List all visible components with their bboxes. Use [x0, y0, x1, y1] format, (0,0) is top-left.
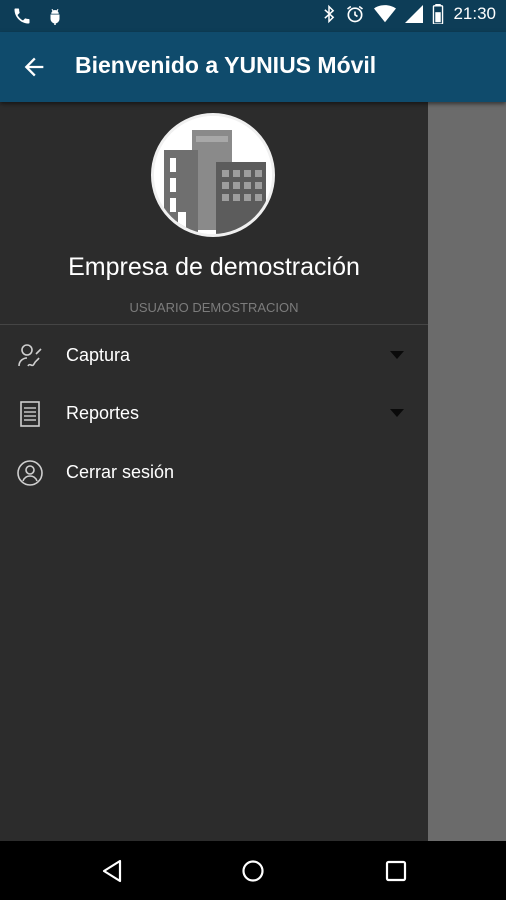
report-icon: [20, 401, 40, 427]
status-bar: 21:30: [0, 0, 506, 32]
menu-item-reportes[interactable]: Reportes: [0, 385, 428, 443]
menu-item-cerrar-sesion[interactable]: Cerrar sesión: [0, 444, 428, 502]
signature-icon: [18, 344, 42, 367]
chevron-down-icon[interactable]: [390, 409, 404, 417]
user-circle-icon: [17, 460, 43, 486]
wifi-icon: [374, 5, 397, 23]
chevron-down-icon[interactable]: [390, 351, 404, 359]
navigation-drawer: Empresa de demostración USUARIO DEMOSTRA…: [0, 102, 428, 841]
home-circle-icon[interactable]: [239, 857, 267, 885]
drawer-scrim[interactable]: [428, 102, 506, 841]
bluetooth-icon: [324, 4, 335, 24]
menu-item-label: Reportes: [66, 403, 140, 423]
company-name: Empresa de demostración: [68, 253, 360, 281]
user-name: USUARIO DEMOSTRACION: [129, 300, 299, 315]
android-debug-icon: [50, 8, 60, 25]
app-bar: Bienvenido a YUNIUS Móvil: [0, 32, 506, 102]
back-arrow-icon[interactable]: [20, 53, 48, 81]
phone-icon: [14, 8, 30, 24]
menu-item-captura[interactable]: Captura: [0, 327, 428, 385]
system-nav-bar: [0, 841, 506, 900]
status-time: 21:30: [453, 4, 496, 23]
menu-item-label: Cerrar sesión: [66, 462, 175, 482]
building-icon: [154, 116, 272, 234]
alarm-icon: [347, 5, 364, 23]
battery-icon: [433, 4, 444, 24]
back-triangle-icon[interactable]: [98, 857, 126, 885]
app-title: Bienvenido a YUNIUS Móvil: [75, 52, 377, 78]
menu-item-label: Captura: [66, 345, 131, 365]
drawer-divider: [0, 324, 428, 325]
company-avatar: [151, 113, 275, 237]
signal-icon: [405, 5, 424, 23]
recents-square-icon[interactable]: [382, 857, 410, 885]
